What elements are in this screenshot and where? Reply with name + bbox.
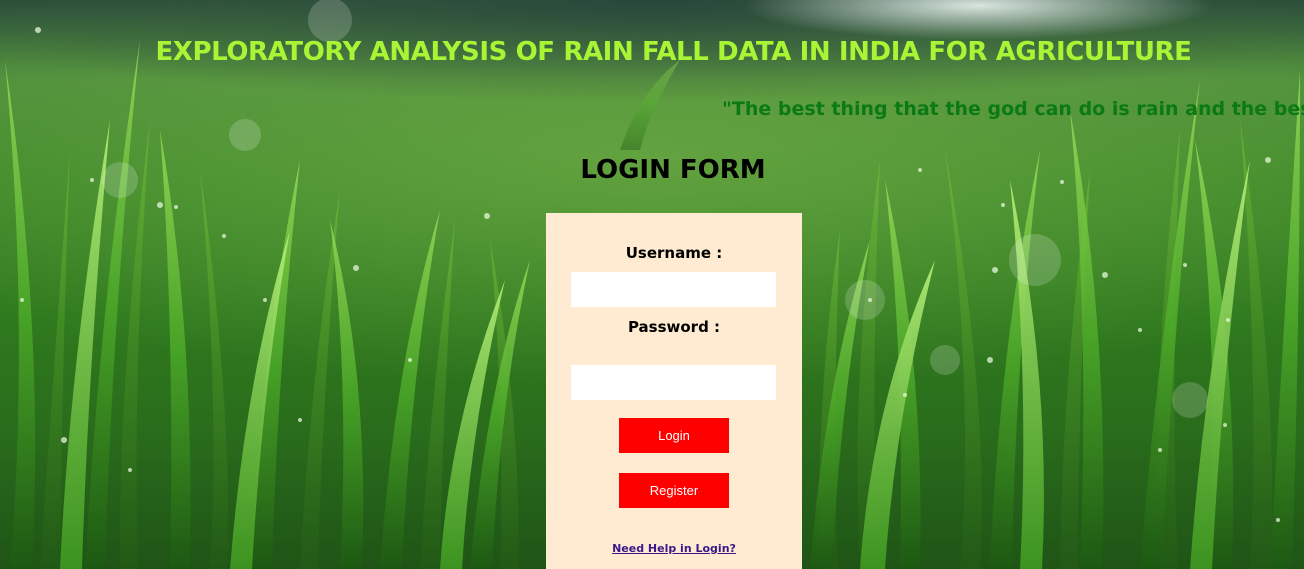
password-input[interactable] [571, 365, 776, 400]
register-button[interactable]: Register [619, 473, 729, 508]
quote-marquee-text: "The best thing that the god can do is r… [722, 98, 1304, 120]
login-form-panel: Username : Password : Login Register Nee… [546, 213, 802, 569]
page-title: EXPLORATORY ANALYSIS OF RAIN FALL DATA I… [155, 37, 1192, 67]
login-button[interactable]: Login [619, 418, 729, 453]
need-help-link[interactable]: Need Help in Login? [546, 542, 802, 555]
username-input[interactable] [571, 272, 776, 307]
login-form-heading: LOGIN FORM [580, 155, 766, 185]
password-label: Password : [627, 318, 721, 336]
quote-marquee: "The best thing that the god can do is r… [0, 98, 1304, 128]
username-label: Username : [625, 244, 723, 262]
